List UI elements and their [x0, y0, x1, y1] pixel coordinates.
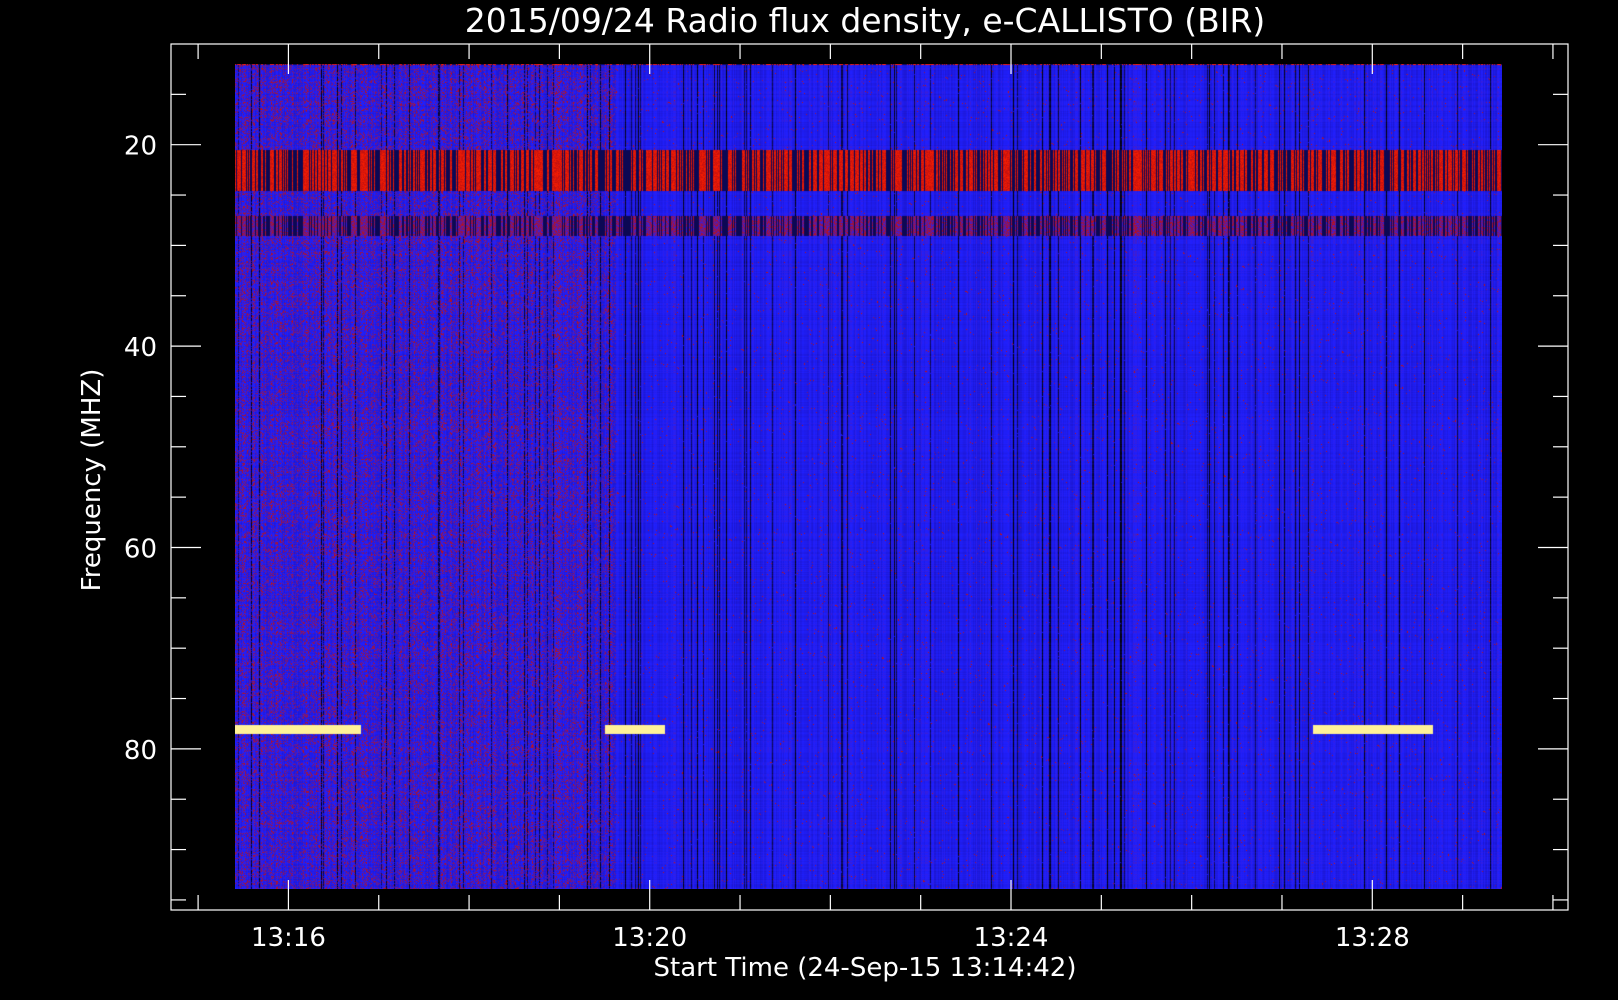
y-tick-label: 40: [124, 333, 157, 363]
x-tick-label: 13:28: [1335, 923, 1410, 953]
y-tick-label: 80: [124, 736, 157, 766]
y-tick-label: 20: [124, 132, 157, 162]
x-tick-label: 13:20: [612, 923, 687, 953]
heatmap-image: [235, 64, 1502, 889]
spectrogram-chart: 2015/09/24 Radio flux density, e-CALLIST…: [0, 0, 1618, 1000]
spectrogram-raster: [235, 64, 1502, 889]
x-tick-label: 13:16: [251, 923, 326, 953]
y-axis-label: Frequency (MHZ): [77, 369, 107, 592]
y-tick-label: 60: [124, 534, 157, 564]
x-tick-label: 13:24: [974, 923, 1049, 953]
chart-title: 2015/09/24 Radio flux density, e-CALLIST…: [465, 1, 1266, 40]
x-axis-label: Start Time (24-Sep-15 13:14:42): [654, 953, 1077, 983]
